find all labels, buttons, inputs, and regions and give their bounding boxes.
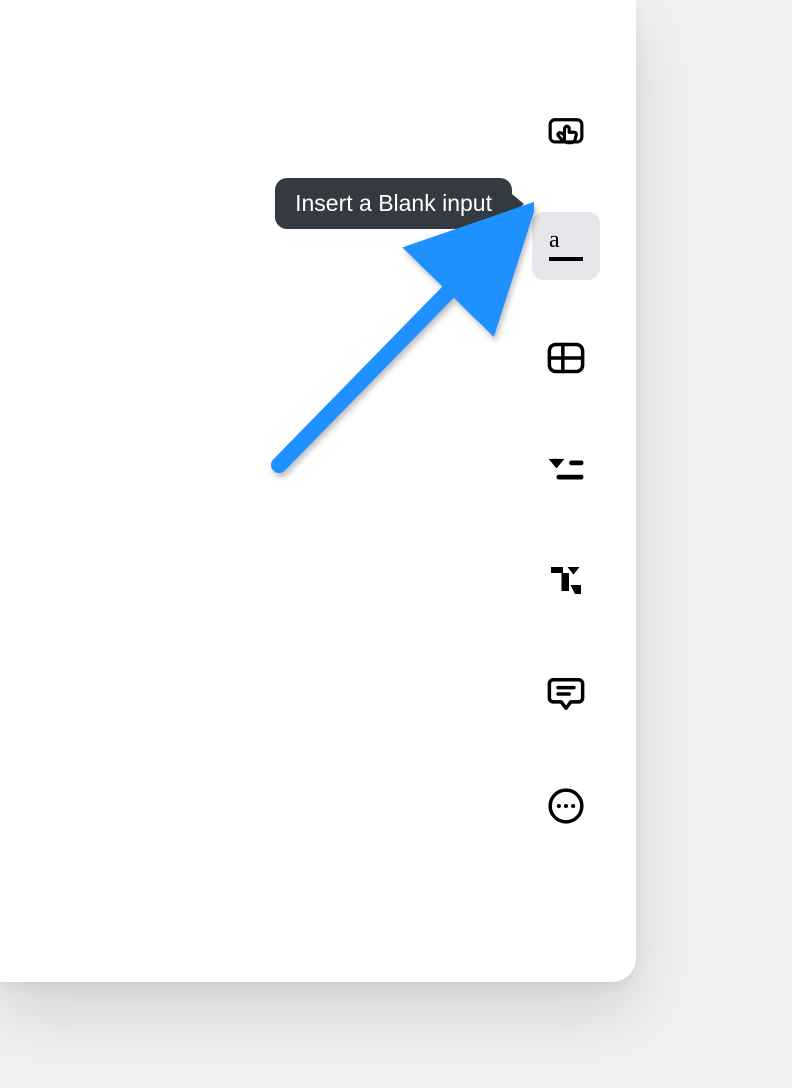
dropdown-list-icon: [547, 455, 585, 485]
blank-input-tool[interactable]: a: [532, 212, 600, 280]
table-tool[interactable]: [532, 324, 600, 392]
comment-tool[interactable]: [532, 660, 600, 728]
tooltip-text: Insert a Blank input: [295, 190, 492, 216]
editor-panel: a: [0, 0, 636, 982]
more-tool[interactable]: [532, 772, 600, 840]
blank-input-icon-letter: a: [549, 227, 560, 254]
hand-button-icon: [547, 115, 585, 153]
insert-toolbar: a: [532, 100, 600, 840]
dropdown-list-tool[interactable]: [532, 436, 600, 504]
interactive-button-tool[interactable]: [532, 100, 600, 168]
blank-input-icon: a: [549, 229, 583, 263]
table-icon: [547, 341, 585, 375]
formatting-icon: [548, 564, 584, 600]
tooltip: Insert a Blank input: [275, 178, 512, 229]
formatting-tool[interactable]: [532, 548, 600, 616]
more-horizontal-icon: [547, 787, 585, 825]
annotation-arrow: [264, 200, 534, 480]
comment-icon: [547, 676, 585, 712]
